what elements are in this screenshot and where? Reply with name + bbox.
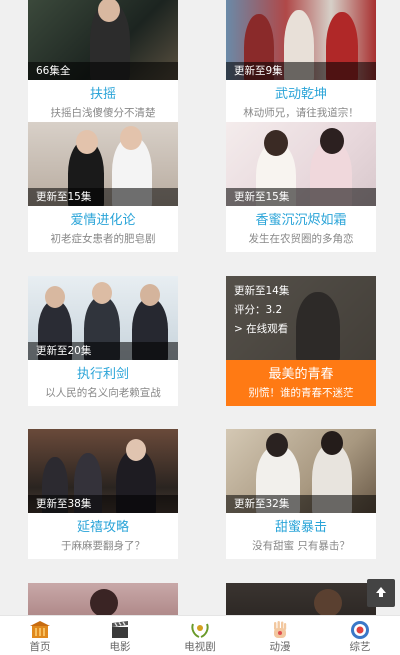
video-card[interactable]: 66集全 扶摇 扶摇白浅傻傻分不清楚 (28, 0, 178, 126)
video-thumbnail[interactable]: 更新至15集 (28, 122, 178, 206)
tab-tv[interactable]: 电视剧 (160, 616, 240, 655)
video-title[interactable]: 执行利剑 (28, 366, 178, 384)
video-description: 别慌！谁的青春不迷茫 (248, 387, 354, 399)
video-title[interactable]: 延禧攻略 (28, 519, 178, 537)
bottom-tab-bar: 首页 电影 电视剧 动漫 综艺 (0, 615, 400, 655)
arrow-up-icon (374, 584, 388, 603)
video-title[interactable]: 香蜜沉沉烬如霜 (226, 212, 376, 230)
tab-home[interactable]: 首页 (0, 616, 80, 655)
video-thumbnail[interactable]: 更新至15集 (226, 122, 376, 206)
video-description: 于麻麻要翻身了？ (61, 540, 145, 552)
video-title[interactable]: 扶摇 (28, 86, 178, 104)
video-description: 以人民的名义向老赖宣战 (45, 387, 161, 399)
hover-overlay: 更新至14集 评分：3.2 > 在线观看 (226, 276, 376, 360)
tab-label: 动漫 (269, 641, 291, 653)
video-description: 没有甜蜜 只有暴击？ (252, 540, 350, 552)
video-title[interactable]: 最美的青春 (226, 366, 376, 384)
home-icon (29, 620, 51, 640)
episode-label: 更新至20集 (28, 342, 178, 360)
episode-label: 更新至38集 (28, 495, 178, 513)
video-card[interactable]: 更新至38集 延禧攻略 于麻麻要翻身了？ (28, 429, 178, 559)
video-title[interactable]: 武动乾坤 (226, 86, 376, 104)
tab-label: 电影 (109, 641, 131, 653)
tab-movie[interactable]: 电影 (80, 616, 160, 655)
video-card[interactable]: 更新至15集 爱情进化论 初老症女患者的肥皂剧 (28, 122, 178, 252)
video-thumbnail[interactable]: 更新至9集 (226, 0, 376, 80)
video-card[interactable]: 更新至20集 执行利剑 以人民的名义向老赖宣战 (28, 276, 178, 406)
video-title[interactable]: 甜蜜暴击 (226, 519, 376, 537)
video-description: 扶摇白浅傻傻分不清楚 (50, 107, 156, 119)
tab-variety[interactable]: 综艺 (320, 616, 400, 655)
episode-label: 更新至32集 (226, 495, 376, 513)
video-title[interactable]: 爱情进化论 (28, 212, 178, 230)
episode-label: 更新至14集 (234, 285, 290, 297)
variety-icon (349, 620, 371, 640)
tab-label: 首页 (29, 641, 51, 653)
video-thumbnail[interactable]: 更新至14集 评分：3.2 > 在线观看 (226, 276, 376, 360)
tab-label: 电视剧 (184, 641, 216, 653)
tab-anime[interactable]: 动漫 (240, 616, 320, 655)
video-description: 发生在农贸圈的多角恋 (248, 233, 354, 245)
back-to-top-button[interactable] (367, 579, 395, 607)
video-thumbnail[interactable]: 更新至32集 (226, 429, 376, 513)
episode-label: 更新至15集 (28, 188, 178, 206)
video-description: 林动师兄，请往我道宗！ (243, 107, 359, 119)
episode-label: 66集全 (28, 62, 178, 80)
tab-label: 综艺 (349, 641, 371, 653)
tv-icon (189, 620, 211, 640)
video-thumbnail[interactable]: 更新至38集 (28, 429, 178, 513)
video-description: 初老症女患者的肥皂剧 (50, 233, 156, 245)
episode-label: 更新至9集 (226, 62, 376, 80)
watch-online-link[interactable]: > 在线观看 (234, 320, 368, 339)
episode-label: 更新至15集 (226, 188, 376, 206)
video-card[interactable]: 更新至9集 武动乾坤 林动师兄，请往我道宗！ (226, 0, 376, 126)
video-card[interactable]: 更新至15集 香蜜沉沉烬如霜 发生在农贸圈的多角恋 (226, 122, 376, 252)
clapperboard-icon (109, 620, 131, 640)
rating-text: 评分：3.2 (234, 304, 283, 316)
video-thumbnail[interactable]: 更新至20集 (28, 276, 178, 360)
video-card-active[interactable]: 更新至14集 评分：3.2 > 在线观看 最美的青春 别慌！谁的青春不迷茫 (226, 276, 376, 406)
video-thumbnail[interactable]: 66集全 (28, 0, 178, 80)
video-card[interactable]: 更新至32集 甜蜜暴击 没有甜蜜 只有暴击？ (226, 429, 376, 559)
anime-icon (269, 620, 291, 640)
